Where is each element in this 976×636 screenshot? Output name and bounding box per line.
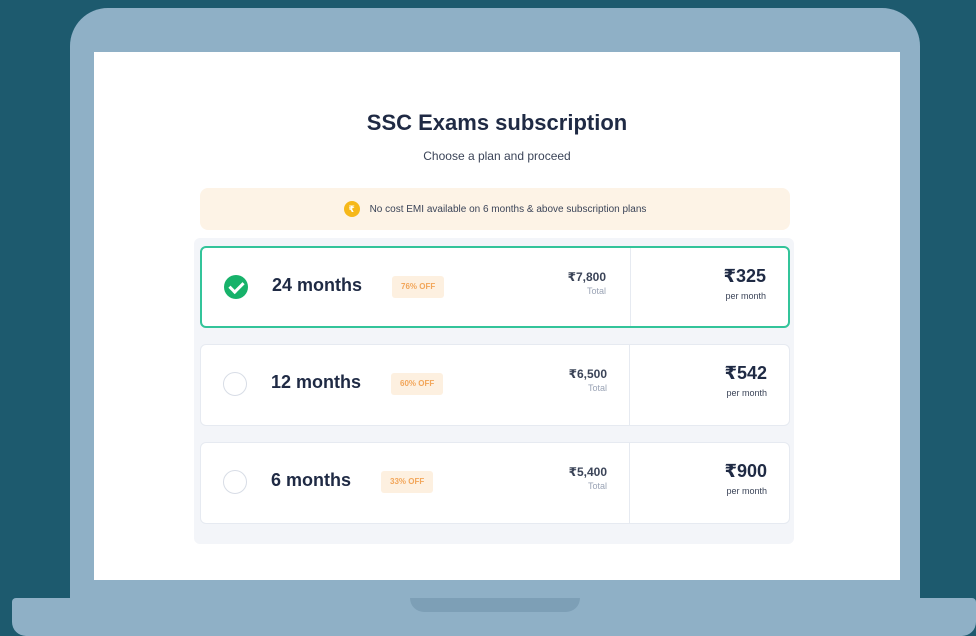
plan-total-amount: ₹6,500 (568, 367, 607, 381)
plan-divider (629, 345, 630, 425)
plan-price: ₹542 per month (724, 363, 767, 398)
plan-duration: 12 months (271, 372, 362, 392)
plan-price-amount: ₹325 (723, 266, 766, 286)
plan-price-label: per month (725, 291, 766, 301)
plan-price: ₹900 per month (724, 461, 767, 496)
discount-badge: 60% OFF (391, 373, 444, 395)
plan-price-amount: ₹900 (724, 461, 767, 481)
radio-unchecked-icon[interactable] (223, 372, 247, 396)
plan-price-label: per month (726, 486, 767, 496)
emi-badge-icon: ₹ (343, 201, 360, 217)
plan-duration: 6 months (271, 470, 352, 490)
plan-total-amount: ₹7,800 (567, 270, 606, 284)
emi-banner: ₹ No cost EMI available on 6 months & ab… (200, 188, 790, 230)
check-icon[interactable] (224, 275, 248, 299)
plan-total: ₹6,500 Total (569, 367, 607, 393)
plan-duration: 24 months (272, 275, 363, 295)
plan-card-24-months[interactable]: 24 months 76% OFF ₹7,800 Total ₹325 per … (200, 246, 790, 328)
plan-total: ₹7,800 Total (568, 270, 606, 296)
plan-total-label: Total (586, 286, 606, 296)
plan-total-amount: ₹5,400 (568, 465, 607, 479)
discount-badge: 76% OFF (392, 276, 445, 298)
plan-card-12-months[interactable]: 12 months 60% OFF ₹6,500 Total ₹542 per … (200, 344, 790, 426)
radio-unchecked-icon[interactable] (223, 470, 247, 494)
plan-price: ₹325 per month (723, 266, 766, 301)
plan-total-label: Total (587, 383, 607, 393)
plan-total-label: Total (587, 481, 607, 491)
plan-divider (629, 443, 630, 523)
plan-card-6-months[interactable]: 6 months 33% OFF ₹5,400 Total ₹900 per m… (200, 442, 790, 524)
plan-price-label: per month (726, 388, 767, 398)
plan-divider (630, 248, 631, 326)
page-subtitle: Choose a plan and proceed (423, 149, 571, 163)
page-title: SSC Exams subscription (366, 110, 628, 135)
discount-badge: 33% OFF (381, 471, 434, 493)
plan-total: ₹5,400 Total (569, 465, 607, 491)
laptop-notch (410, 598, 580, 612)
emi-banner-text: No cost EMI available on 6 months & abov… (369, 203, 647, 215)
plan-price-amount: ₹542 (724, 363, 767, 383)
laptop-screen: SSC Exams subscription Choose a plan and… (94, 52, 900, 580)
